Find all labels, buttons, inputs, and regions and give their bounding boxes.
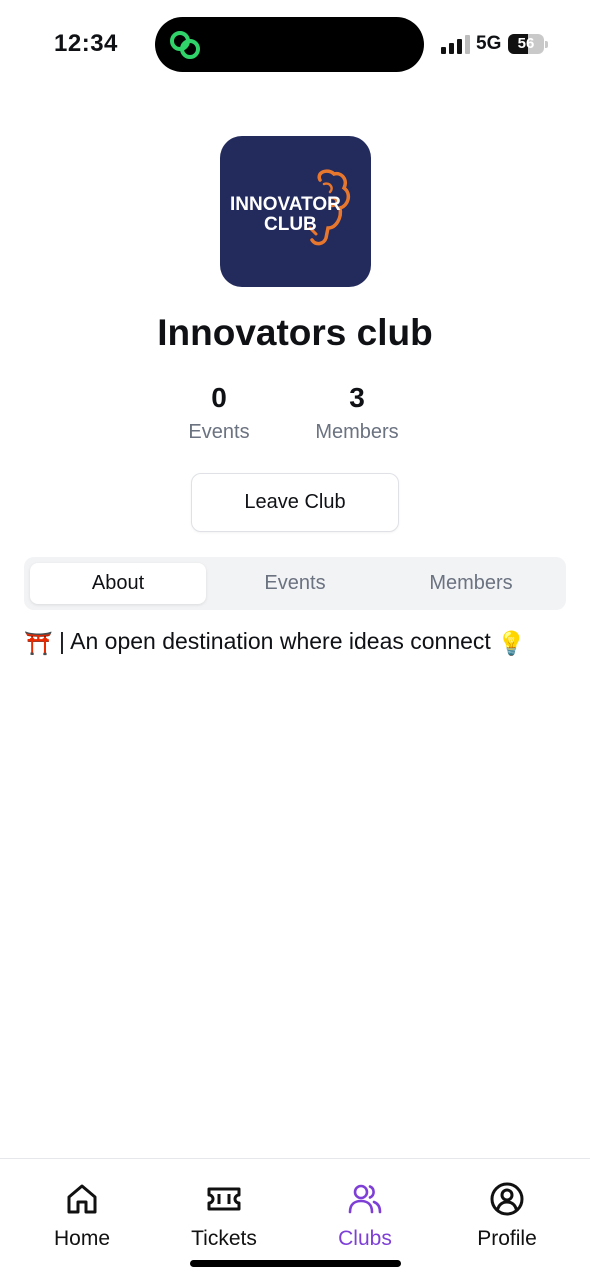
- club-name: Innovators club: [157, 312, 433, 353]
- nav-profile-label: Profile: [477, 1227, 537, 1250]
- signal-icon: [441, 35, 470, 54]
- lightbulb-emoji: 💡: [497, 629, 526, 656]
- logo-text-line1: INNOVATOR: [230, 194, 341, 215]
- tab-members[interactable]: Members: [383, 563, 559, 604]
- members-count: 3: [349, 382, 365, 413]
- members-label: Members: [315, 421, 399, 443]
- network-type: 5G: [476, 33, 502, 54]
- status-time: 12:34: [54, 30, 118, 57]
- user-circle-icon: [490, 1182, 524, 1216]
- about-description: ⛩️ | An open destination where ideas con…: [24, 623, 569, 661]
- events-label: Events: [188, 421, 250, 443]
- dynamic-island: [155, 17, 424, 72]
- leave-club-button[interactable]: Leave Club: [191, 473, 399, 532]
- nav-clubs[interactable]: Clubs: [295, 1181, 435, 1251]
- events-count: 0: [211, 382, 227, 413]
- ticket-icon: [207, 1187, 241, 1211]
- home-indicator: [190, 1260, 401, 1267]
- torii-emoji: ⛩️: [24, 629, 53, 656]
- status-bar: 12:34 5G 56: [0, 0, 590, 90]
- nav-home-label: Home: [53, 1227, 111, 1250]
- link-icon: [170, 31, 200, 59]
- nav-tickets[interactable]: Tickets: [154, 1181, 294, 1251]
- nav-profile[interactable]: Profile: [437, 1181, 577, 1251]
- tab-events[interactable]: Events: [207, 563, 383, 604]
- club-logo: INNOVATOR CLUB: [220, 136, 371, 287]
- events-stat: 0 Events: [154, 380, 284, 448]
- brain-bulb-icon: INNOVATOR CLUB: [230, 169, 351, 246]
- battery-icon: 56: [508, 34, 548, 54]
- about-text: | An open destination where ideas connec…: [52, 628, 491, 654]
- home-icon: [67, 1184, 97, 1214]
- nav-clubs-label: Clubs: [338, 1227, 392, 1250]
- members-stat: 3 Members: [292, 380, 422, 448]
- nav-tickets-label: Tickets: [191, 1227, 257, 1250]
- battery-percent: 56: [517, 35, 535, 52]
- users-icon: [348, 1184, 382, 1214]
- tab-about[interactable]: About: [30, 563, 206, 604]
- nav-home[interactable]: Home: [12, 1181, 152, 1251]
- logo-text-line2: CLUB: [264, 214, 317, 235]
- club-tabs: About Events Members: [24, 557, 566, 610]
